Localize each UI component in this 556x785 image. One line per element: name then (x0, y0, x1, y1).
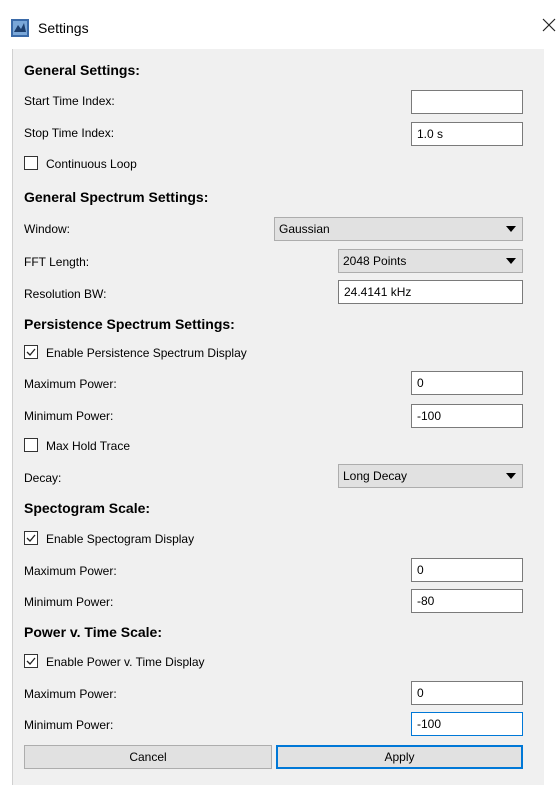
general-settings-heading: General Settings: (24, 62, 140, 78)
spectrogram-max-power-input[interactable]: 0 (411, 558, 523, 582)
window-title: Settings (38, 20, 89, 36)
settings-panel: General Settings: Start Time Index: Stop… (12, 49, 544, 785)
enable-persistence-label: Enable Persistence Spectrum Display (46, 346, 247, 360)
power-time-min-power-input[interactable]: -100 (411, 712, 523, 736)
spectrogram-scale-heading: Spectogram Scale: (24, 500, 151, 516)
spectrogram-min-power-label: Minimum Power: (24, 595, 114, 609)
fft-length-value: 2048 Points (343, 254, 407, 268)
stop-time-label: Stop Time Index: (24, 126, 115, 140)
checkmark-icon (26, 348, 36, 356)
enable-persistence-checkbox[interactable] (24, 345, 38, 359)
max-hold-checkbox[interactable] (24, 438, 38, 452)
enable-spectrogram-checkbox[interactable] (24, 531, 38, 545)
fft-length-label: FFT Length: (24, 255, 90, 269)
app-icon (11, 19, 29, 37)
chevron-down-icon (506, 473, 516, 479)
fft-length-select[interactable]: 2048 Points (338, 249, 523, 273)
decay-label: Decay: (24, 471, 62, 485)
apply-button[interactable]: Apply (276, 745, 523, 769)
checkmark-icon (26, 534, 36, 542)
enable-spectrogram-label: Enable Spectogram Display (46, 532, 195, 546)
chevron-down-icon (506, 258, 516, 264)
start-time-input[interactable] (411, 90, 523, 114)
cancel-button[interactable]: Cancel (24, 745, 272, 769)
stop-time-input[interactable]: 1.0 s (411, 122, 523, 146)
checkmark-icon (26, 657, 36, 665)
max-hold-label: Max Hold Trace (46, 439, 131, 453)
continuous-loop-checkbox[interactable] (24, 156, 38, 170)
continuous-loop-label: Continuous Loop (46, 157, 137, 171)
title-bar: Settings (0, 0, 556, 48)
window-label: Window: (24, 222, 71, 236)
power-time-max-power-label: Maximum Power: (24, 687, 117, 701)
spectrogram-min-power-input[interactable]: -80 (411, 589, 523, 613)
power-time-scale-heading: Power v. Time Scale: (24, 624, 162, 640)
spectrum-settings-heading: General Spectrum Settings: (24, 189, 209, 205)
spectrogram-max-power-label: Maximum Power: (24, 564, 117, 578)
resolution-bw-input[interactable]: 24.4141 kHz (338, 280, 523, 304)
close-icon[interactable] (539, 15, 556, 35)
decay-select-value: Long Decay (343, 469, 408, 483)
persistence-settings-heading: Persistence Spectrum Settings: (24, 316, 235, 332)
window-select-value: Gaussian (279, 222, 330, 236)
persistence-max-power-label: Maximum Power: (24, 377, 117, 391)
persistence-min-power-label: Minimum Power: (24, 409, 114, 423)
decay-select[interactable]: Long Decay (338, 464, 523, 488)
chevron-down-icon (506, 226, 516, 232)
enable-power-time-label: Enable Power v. Time Display (46, 655, 205, 669)
resolution-bw-label: Resolution BW: (24, 287, 107, 301)
start-time-label: Start Time Index: (24, 94, 115, 108)
power-time-min-power-label: Minimum Power: (24, 718, 114, 732)
enable-power-time-checkbox[interactable] (24, 654, 38, 668)
persistence-max-power-input[interactable]: 0 (411, 371, 523, 395)
persistence-min-power-input[interactable]: -100 (411, 404, 523, 428)
power-time-max-power-input[interactable]: 0 (411, 681, 523, 705)
window-select[interactable]: Gaussian (274, 217, 523, 241)
